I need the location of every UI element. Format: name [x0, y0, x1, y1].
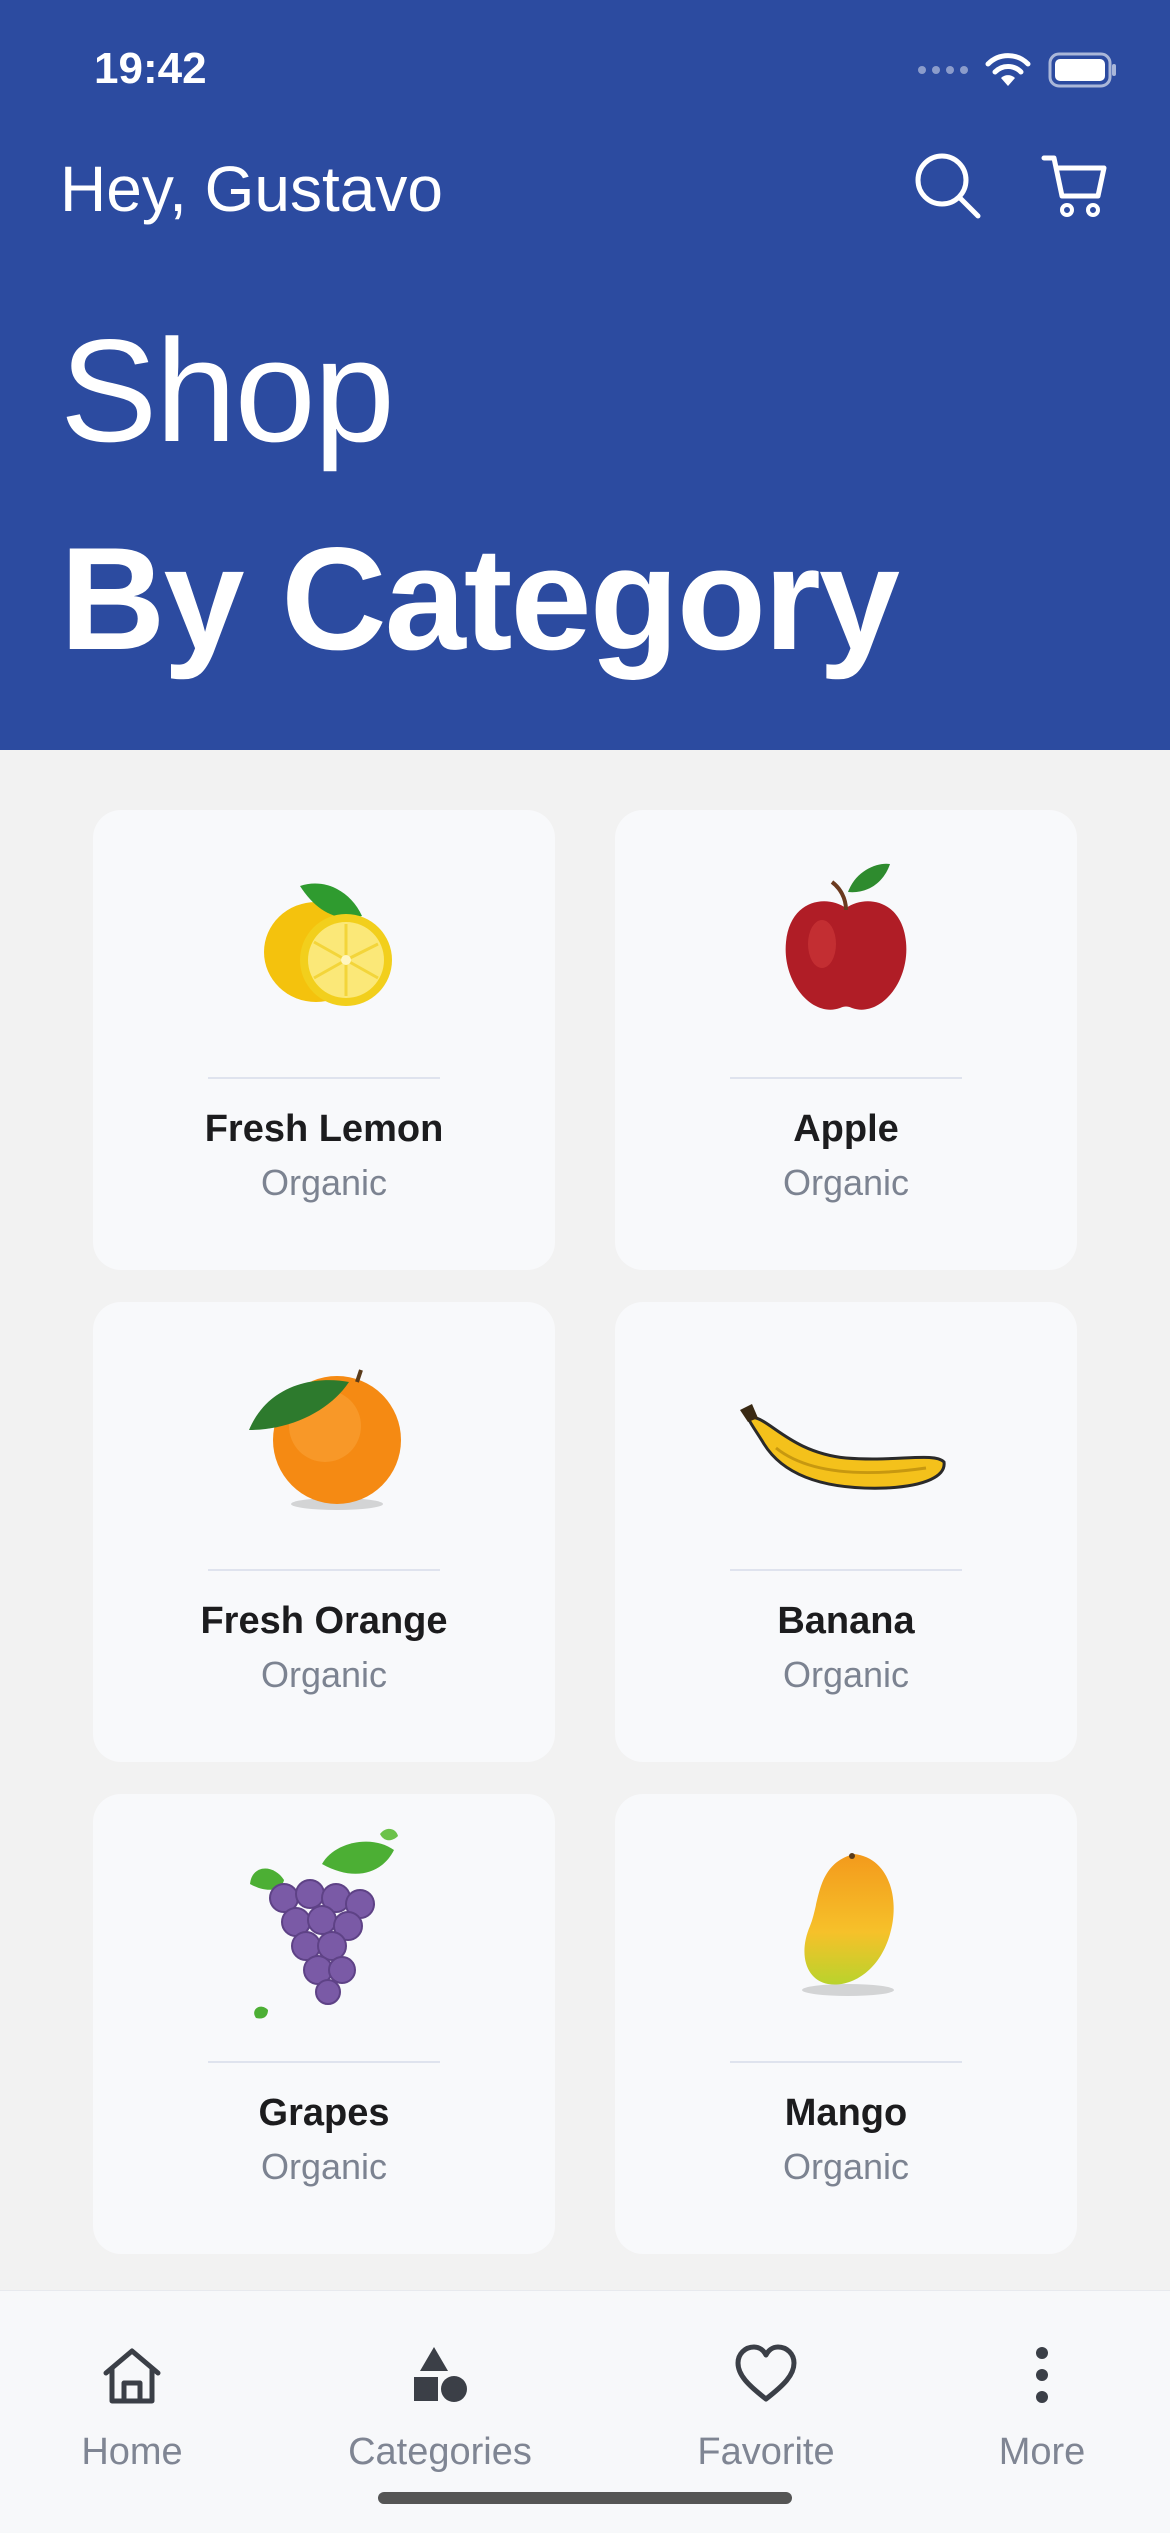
category-subtitle: Organic	[782, 1162, 910, 1203]
category-subtitle: Organic	[782, 1654, 910, 1695]
card-divider	[208, 1569, 440, 1571]
header: 19:42 Hey, Gustavo Shop By Category	[0, 0, 1170, 750]
page-title-bold: By Category	[60, 517, 900, 680]
battery-icon	[1048, 52, 1118, 88]
orange-image	[93, 1352, 555, 1512]
banana-image	[615, 1352, 1077, 1512]
lemon-image	[93, 860, 555, 1020]
tab-label: Categories	[348, 2431, 532, 2473]
tab-categories[interactable]: Categories	[320, 2335, 560, 2474]
grapes-image	[93, 1828, 555, 2019]
status-time: 19:42	[94, 44, 207, 93]
category-subtitle: Organic	[260, 2146, 388, 2187]
category-name: Apple	[793, 1108, 899, 1150]
page-title-light: Shop	[60, 309, 395, 472]
category-name: Fresh Lemon	[204, 1108, 444, 1150]
category-subtitle: Organic	[782, 2146, 910, 2187]
category-card-mango[interactable]: Mango Organic	[615, 1794, 1077, 2254]
card-divider	[208, 1077, 440, 1079]
header-actions	[912, 150, 1110, 220]
greeting: Hey, Gustavo	[60, 153, 443, 225]
category-name: Grapes	[258, 2092, 390, 2134]
category-subtitle: Organic	[260, 1654, 388, 1695]
tab-label: Favorite	[697, 2431, 835, 2473]
tab-home[interactable]: Home	[12, 2335, 252, 2474]
mango-image	[615, 1844, 1077, 2004]
cellular-signal-icon	[918, 66, 968, 74]
category-subtitle: Organic	[260, 1162, 388, 1203]
more-icon	[922, 2335, 1162, 2415]
category-name: Mango	[784, 2092, 908, 2134]
tab-label: More	[998, 2431, 1086, 2473]
card-divider	[730, 2061, 962, 2063]
category-name: Fresh Orange	[200, 1600, 448, 1642]
category-card-apple[interactable]: Apple Organic	[615, 810, 1077, 1270]
tab-favorite[interactable]: Favorite	[646, 2335, 886, 2474]
categories-icon	[320, 2335, 560, 2415]
tab-more[interactable]: More	[922, 2335, 1162, 2474]
category-card-lemon[interactable]: Fresh Lemon Organic	[93, 810, 555, 1270]
search-icon[interactable]	[912, 150, 982, 220]
category-card-banana[interactable]: Banana Organic	[615, 1302, 1077, 1762]
apple-image	[615, 860, 1077, 1020]
card-divider	[208, 2061, 440, 2063]
status-icons	[918, 52, 1118, 88]
category-name: Banana	[777, 1600, 915, 1642]
wifi-icon	[984, 52, 1032, 88]
card-divider	[730, 1569, 962, 1571]
heart-icon	[646, 2335, 886, 2415]
category-card-grapes[interactable]: Grapes Organic	[93, 1794, 555, 2254]
tab-label: Home	[81, 2431, 183, 2473]
cart-icon[interactable]	[1040, 150, 1110, 220]
card-divider	[730, 1077, 962, 1079]
category-card-orange[interactable]: Fresh Orange Organic	[93, 1302, 555, 1762]
home-indicator[interactable]	[378, 2492, 792, 2504]
home-icon	[12, 2335, 252, 2415]
